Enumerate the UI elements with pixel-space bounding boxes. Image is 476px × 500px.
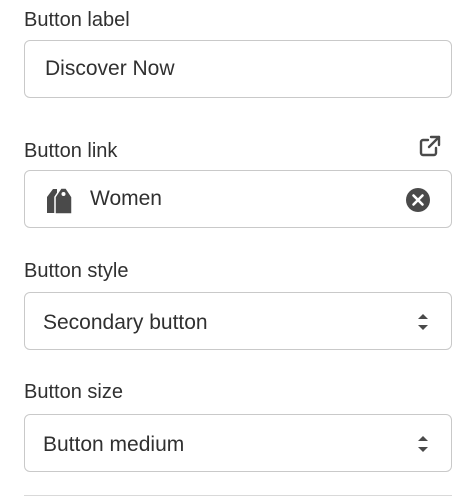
button-settings-panel: Button label Discover Now Button link Wo… [0, 0, 476, 500]
button-label-input-value: Discover Now [45, 57, 175, 80]
button-style-selected-value: Secondary button [43, 311, 208, 334]
button-link-heading: Button link [24, 140, 118, 162]
button-link-field[interactable]: Women [24, 170, 452, 228]
external-link-icon[interactable] [418, 134, 442, 158]
clear-circle-icon[interactable] [405, 187, 431, 213]
button-size-select[interactable]: Button medium [24, 414, 452, 472]
select-chevrons-icon [413, 432, 433, 456]
button-style-heading: Button style [24, 260, 129, 282]
select-chevrons-icon [413, 310, 433, 334]
button-size-heading: Button size [24, 381, 123, 403]
button-size-selected-value: Button medium [43, 433, 185, 456]
button-label-heading: Button label [24, 9, 130, 31]
button-style-select[interactable]: Secondary button [24, 292, 452, 350]
button-label-input[interactable]: Discover Now [24, 40, 452, 98]
section-divider [24, 495, 452, 496]
button-link-value: Women [90, 187, 162, 210]
tags-icon [41, 183, 75, 217]
